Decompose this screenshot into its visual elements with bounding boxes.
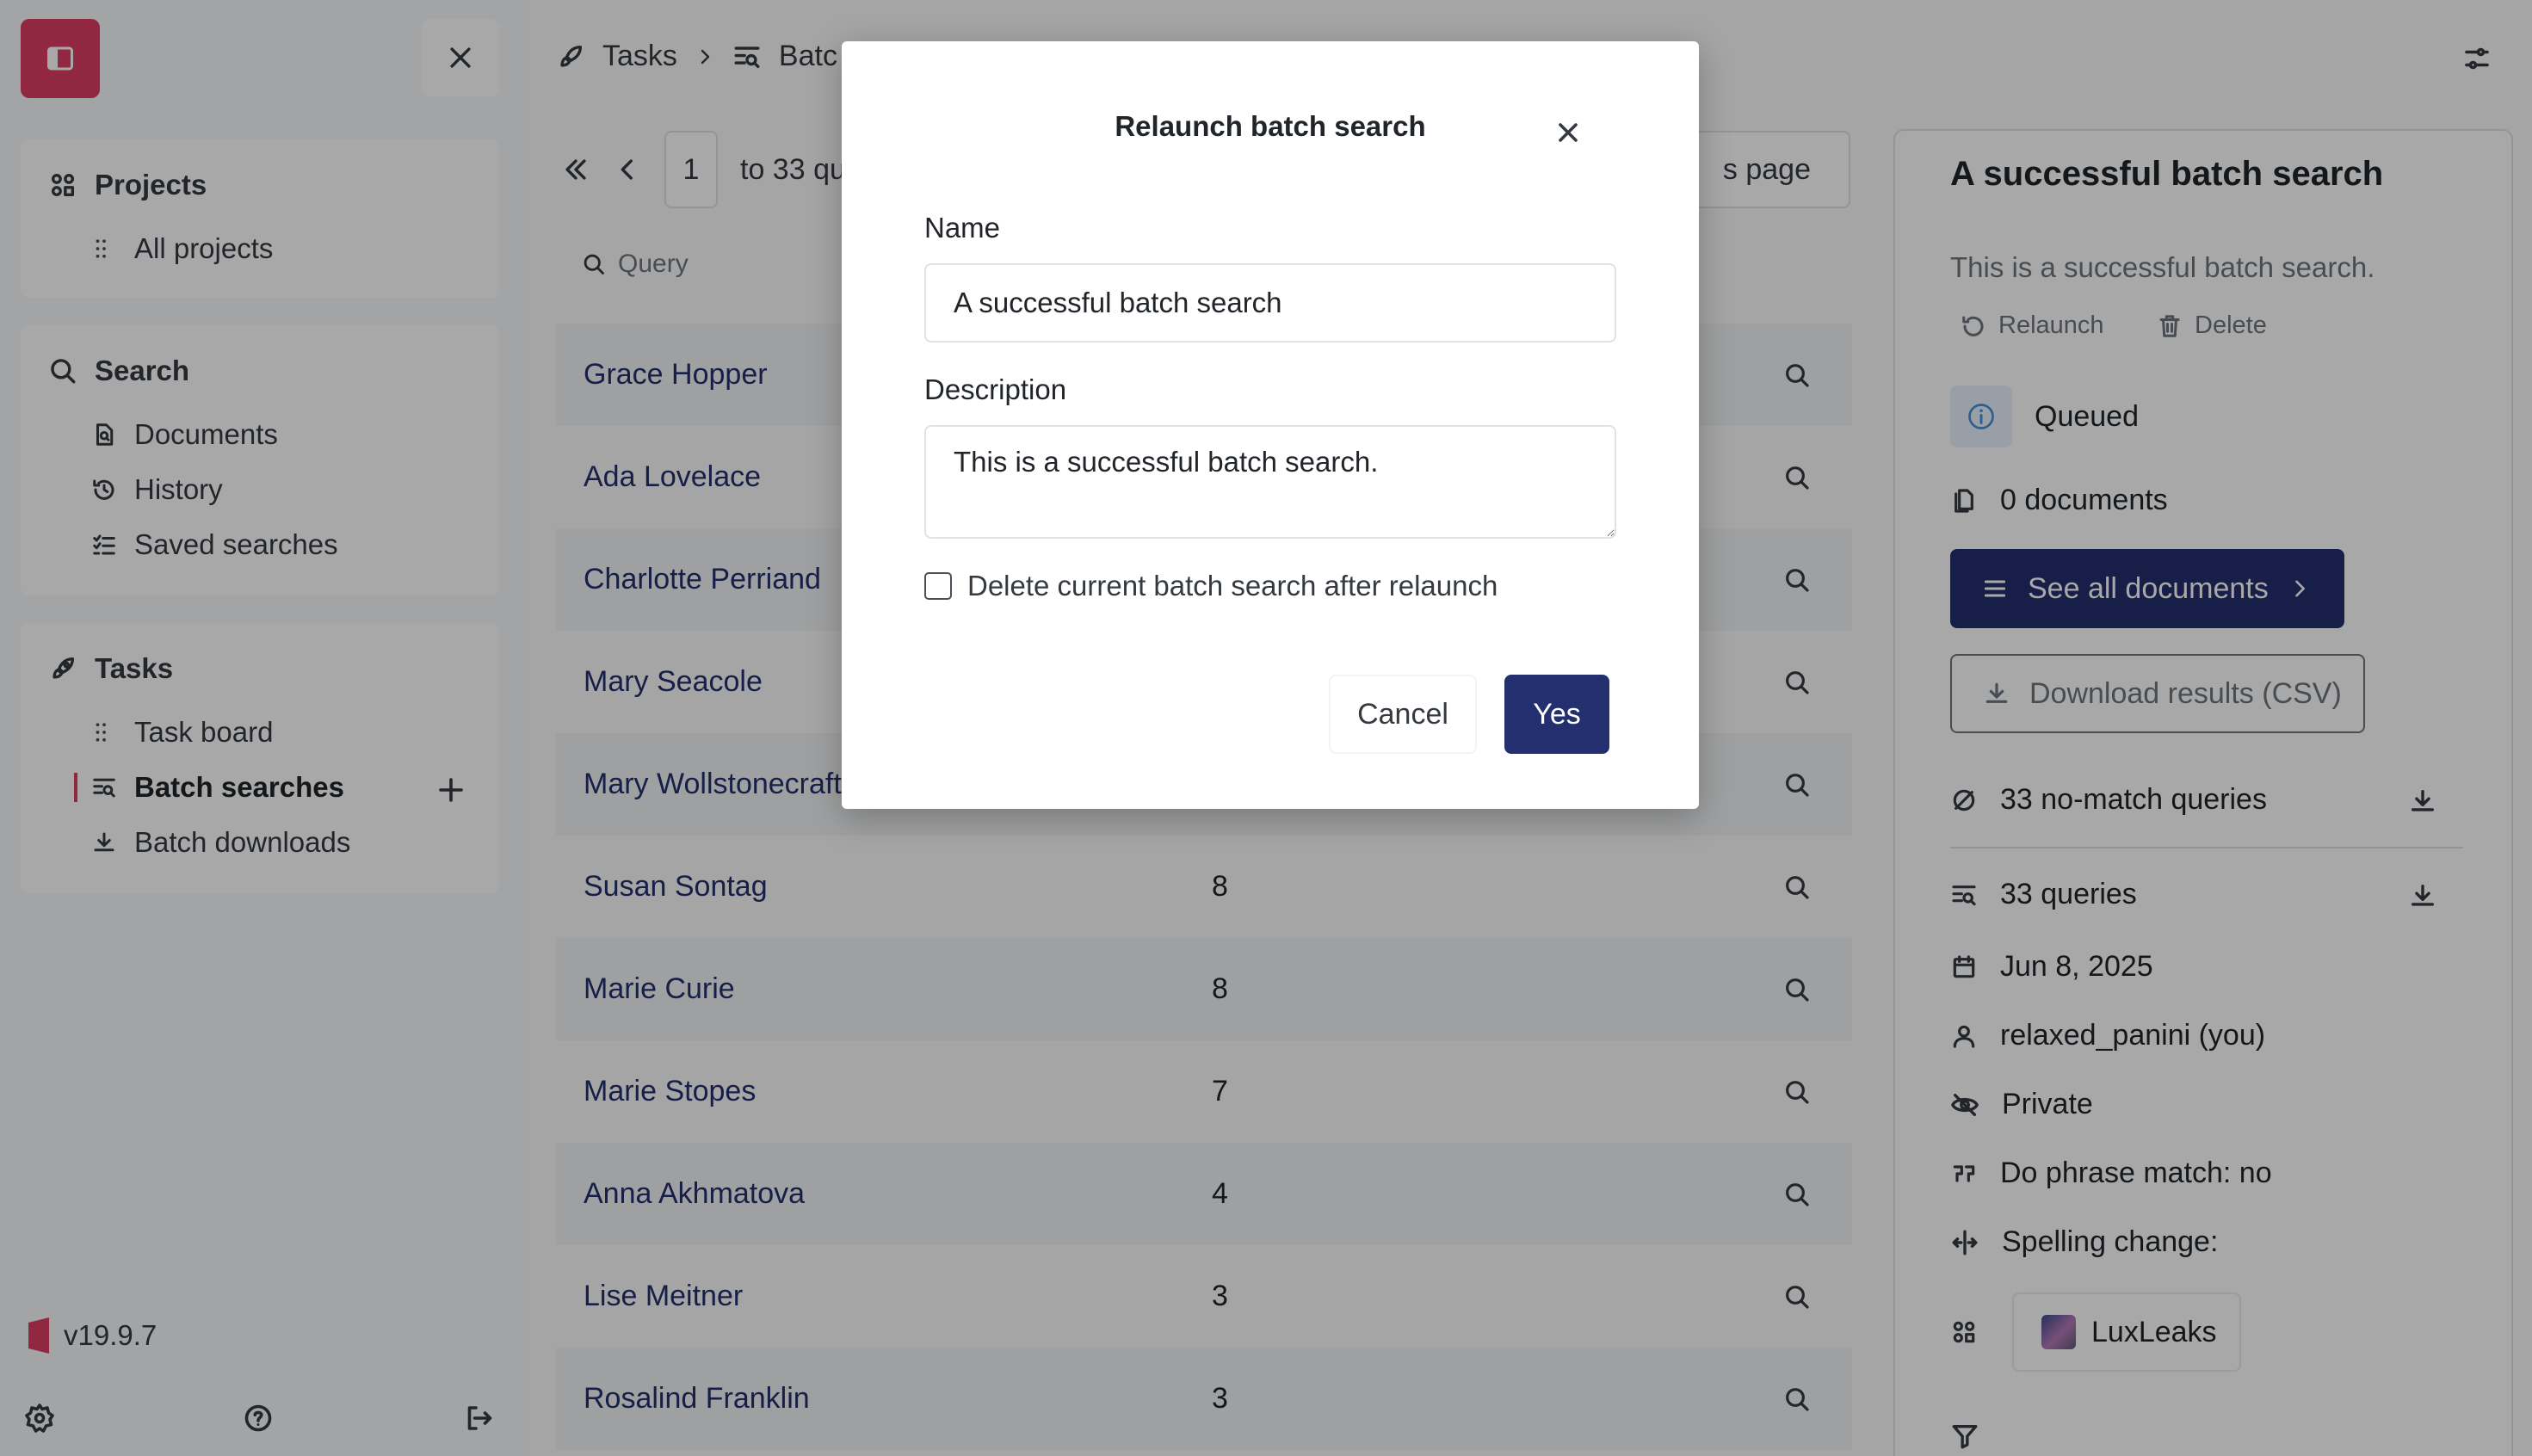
name-input[interactable]	[924, 263, 1616, 342]
cancel-button[interactable]: Cancel	[1329, 675, 1477, 754]
description-label: Description	[924, 373, 1067, 405]
name-label: Name	[924, 212, 1001, 244]
delete-after-relaunch-checkbox[interactable]	[924, 572, 952, 600]
delete-after-relaunch-label: Delete current batch search after relaun…	[967, 570, 1498, 602]
relaunch-batch-search-modal: Relaunch batch search Name Description T…	[842, 41, 1699, 809]
close-icon	[1559, 123, 1578, 142]
delete-after-relaunch-option[interactable]: Delete current batch search after relaun…	[924, 570, 1498, 602]
modal-close-button[interactable]	[1553, 117, 1584, 148]
description-textarea[interactable]: This is a successful batch search.	[924, 425, 1616, 539]
yes-button[interactable]: Yes	[1504, 675, 1609, 754]
